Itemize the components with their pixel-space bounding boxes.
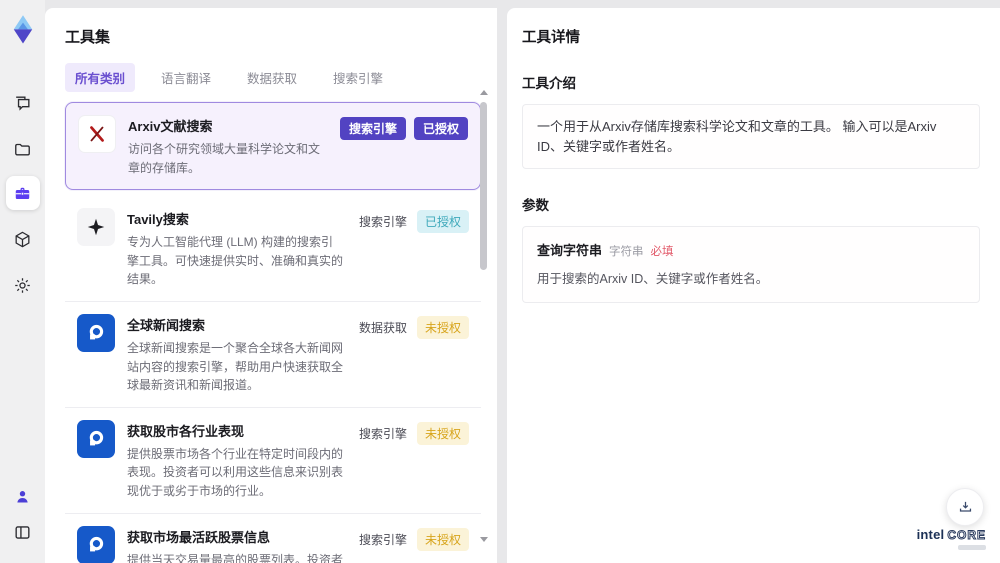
- tool-badges: 搜索引擎 未授权: [357, 526, 469, 563]
- tool-details-content: 工具详情 工具介绍 一个用于从Arxiv存储库搜索科学论文和文章的工具。 输入可…: [507, 8, 1000, 303]
- tool-name: Arxiv文献搜索: [128, 119, 213, 134]
- category-badge: 搜索引擎: [339, 117, 406, 140]
- param-head: 查询字符串 字符串 必填: [537, 240, 965, 259]
- tool-description: 专为人工智能代理 (LLM) 构建的搜索引擎工具。可快速提供实时、准确和真实的结…: [127, 235, 344, 287]
- param-description: 用于搜索的Arxiv ID、关键字或作者姓名。: [537, 272, 769, 286]
- auth-status-badge: 未授权: [416, 315, 469, 339]
- tool-name: 获取股市各行业表现: [127, 423, 245, 439]
- tool-list: Arxiv文献搜索 访问各个研究领域大量科学论文和文章的存储库。 搜索引擎 已授…: [65, 102, 481, 563]
- download-icon: [959, 501, 971, 512]
- core-ultra-smudge: [958, 545, 986, 550]
- tool-card-1[interactable]: Arxiv文献搜索 访问各个研究领域大量科学论文和文章的存储库。 搜索引擎 已授…: [65, 102, 481, 191]
- category-badge: 搜索引擎: [358, 215, 407, 230]
- intel-core-logo: intel CORE: [917, 527, 986, 550]
- tool-description: 提供当天交易量最高的股票列表。投资者可以利用这些信息来识别流动性强的股票和潜在的…: [127, 552, 344, 563]
- app: { "colors": { "accent_purple": "#5243c2"…: [0, 0, 1000, 563]
- param-type: 字符串: [609, 246, 644, 258]
- settings-gear-icon[interactable]: [6, 268, 40, 302]
- tool-body: 获取市场最活跃股票信息 提供当天交易量最高的股票列表。投资者可以利用这些信息来识…: [127, 526, 345, 563]
- news-globe-icon: [77, 313, 115, 352]
- tool-body: Arxiv文献搜索 访问各个研究领域大量科学论文和文章的存储库。: [128, 115, 328, 177]
- folder-icon[interactable]: [6, 132, 40, 166]
- chat-icon[interactable]: [6, 86, 40, 120]
- auth-status-badge: 未授权: [416, 421, 469, 445]
- scrollbar-thumb[interactable]: [480, 102, 487, 270]
- category-badge: 搜索引擎: [358, 426, 407, 441]
- tab-language-translation[interactable]: 语言翻译: [151, 63, 221, 92]
- app-rail: [0, 0, 45, 563]
- tool-body: 获取股市各行业表现 提供股票市场各个行业在特定时间段内的表现。投资者可以利用这些…: [127, 420, 345, 501]
- category-badge: 数据获取: [358, 320, 407, 335]
- tavily-star-icon: [77, 208, 115, 247]
- intro-heading: 工具介绍: [522, 76, 576, 91]
- tool-badges: 搜索引擎 已授权: [339, 115, 468, 177]
- auth-status-badge: 已授权: [413, 117, 468, 140]
- auth-status-badge: 未授权: [416, 527, 469, 551]
- param-required-flag: 必填: [650, 246, 674, 258]
- tool-description: 提供股票市场各个行业在特定时间段内的表现。投资者可以利用这些信息来识别表现优于或…: [127, 446, 344, 498]
- param-name: 查询字符串: [537, 243, 603, 258]
- auth-status-badge: 已授权: [416, 210, 469, 234]
- tool-list-panel: 工具集 所有类别 语言翻译 数据获取 搜索引擎 Arxiv文献搜索 访问各个研究…: [45, 8, 497, 563]
- tab-data-fetch[interactable]: 数据获取: [237, 63, 307, 92]
- arxiv-logo-icon: [78, 115, 116, 153]
- params-heading: 参数: [522, 198, 549, 213]
- tool-body: 全球新闻搜索 全球新闻搜索是一个聚合全球各大新闻网站内容的搜索引擎，帮助用户快速…: [127, 314, 345, 395]
- tool-description: 全球新闻搜索是一个聚合全球各大新闻网站内容的搜索引擎，帮助用户快速获取全球最新资…: [127, 340, 344, 393]
- details-title: 工具详情: [522, 30, 580, 46]
- tool-card-4[interactable]: 获取股市各行业表现 提供股票市场各个行业在特定时间段内的表现。投资者可以利用这些…: [65, 407, 481, 514]
- tab-all-categories[interactable]: 所有类别: [65, 63, 136, 92]
- toolbox-icon[interactable]: [5, 176, 40, 210]
- tool-card-2[interactable]: Tavily搜索 专为人工智能代理 (LLM) 构建的搜索引擎工具。可快速提供实…: [65, 196, 481, 302]
- category-badge: 搜索引擎: [358, 532, 407, 547]
- scroll-up-icon[interactable]: [479, 90, 488, 95]
- tool-details-panel: 工具详情 工具介绍 一个用于从Arxiv存储库搜索科学论文和文章的工具。 输入可…: [507, 8, 1000, 563]
- tool-body: Tavily搜索 专为人工智能代理 (LLM) 构建的搜索引擎工具。可快速提供实…: [127, 208, 345, 289]
- news-globe-icon: [77, 419, 115, 458]
- intel-wordmark: intel: [916, 527, 945, 542]
- tool-badges: 搜索引擎 已授权: [357, 208, 469, 289]
- package-icon[interactable]: [6, 222, 40, 256]
- tool-name: 获取市场最活跃股票信息: [127, 529, 271, 545]
- category-tabs: 所有类别 语言翻译 数据获取 搜索引擎: [45, 47, 497, 92]
- app-logo-icon[interactable]: [3, 8, 43, 52]
- tool-badges: 搜索引擎 未授权: [357, 420, 469, 501]
- intel-core-logo-row: intel CORE: [916, 527, 986, 543]
- intro-text: 一个用于从Arxiv存储库搜索科学论文和文章的工具。 输入可以是Arxiv ID…: [537, 119, 937, 154]
- user-avatar-icon[interactable]: [6, 479, 40, 513]
- tool-name: 全球新闻搜索: [127, 317, 206, 333]
- tool-description: 访问各个研究领域大量科学论文和文章的存储库。: [128, 142, 321, 175]
- news-globe-icon: [77, 525, 115, 563]
- tool-name: Tavily搜索: [127, 212, 189, 228]
- tool-card-5[interactable]: 获取市场最活跃股票信息 提供当天交易量最高的股票列表。投资者可以利用这些信息来识…: [65, 513, 481, 563]
- page-title: 工具集: [65, 29, 111, 46]
- scrollbar[interactable]: [479, 90, 488, 542]
- tool-badges: 数据获取 未授权: [357, 314, 469, 395]
- param-box: 查询字符串 字符串 必填 用于搜索的Arxiv ID、关键字或作者姓名。: [522, 226, 980, 303]
- panel-toggle-icon[interactable]: [6, 515, 40, 549]
- download-button[interactable]: [946, 488, 984, 526]
- tab-search-engine[interactable]: 搜索引擎: [323, 63, 393, 92]
- core-wordmark: CORE: [947, 528, 986, 543]
- tool-card-3[interactable]: 全球新闻搜索 全球新闻搜索是一个聚合全球各大新闻网站内容的搜索引擎，帮助用户快速…: [65, 301, 481, 408]
- scroll-down-icon[interactable]: [479, 537, 488, 542]
- intro-box: 一个用于从Arxiv存储库搜索科学论文和文章的工具。 输入可以是Arxiv ID…: [522, 104, 980, 169]
